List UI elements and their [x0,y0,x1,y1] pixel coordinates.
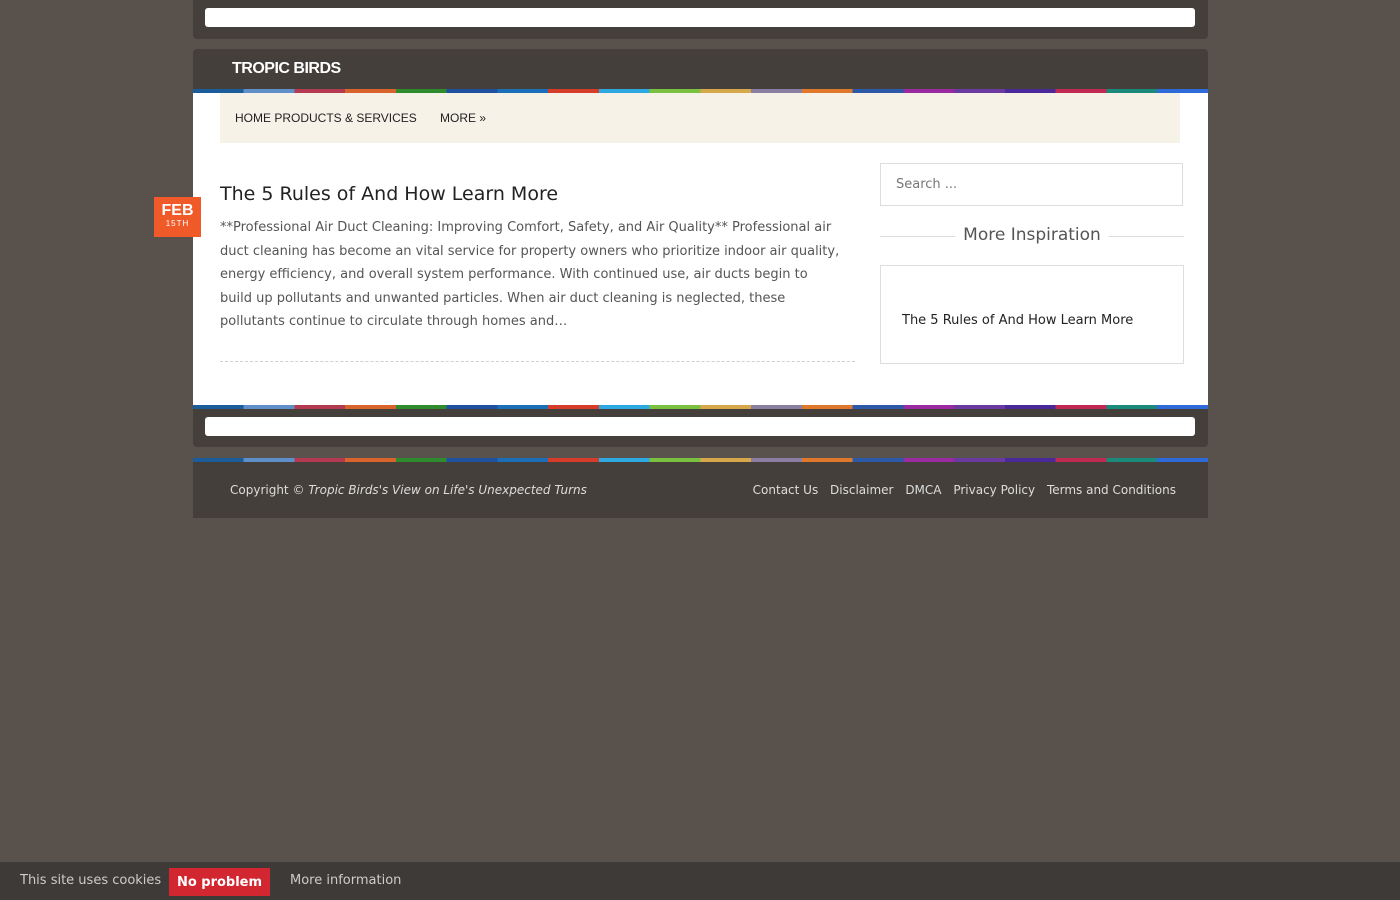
nav-item-home[interactable]: HOME PRODUCTS & SERVICES [235,111,417,125]
main-content: HOME PRODUCTS & SERVICES MORE » The 5 Ru… [193,93,1208,405]
footer-link-disclaimer[interactable]: Disclaimer [830,483,893,497]
footer-links: Contact Us Disclaimer DMCA Privacy Polic… [745,483,1176,497]
widget-line-right [1109,236,1184,237]
footer-link-privacy[interactable]: Privacy Policy [953,483,1035,497]
site-title[interactable]: TROPIC BIRDS [232,60,341,78]
date-day: 15TH [165,219,190,228]
widget-header: More Inspiration [880,225,1184,247]
copyright-site[interactable]: Tropic Birds's View on Life's Unexpected… [308,483,587,497]
date-month: FEB [161,202,194,219]
footer-link-contact[interactable]: Contact Us [753,483,819,497]
cookie-text: This site uses cookies [20,873,162,888]
top-bar [193,0,1208,39]
widget-post-link[interactable]: The 5 Rules of And How Learn More [902,313,1133,328]
widget-title: More Inspiration [963,225,1101,245]
search-input[interactable] [880,163,1183,206]
site-header: TROPIC BIRDS [193,49,1208,89]
nav-item-more[interactable]: MORE » [440,111,486,125]
copyright: Copyright © Tropic Birds's View on Life'… [230,483,587,497]
cookie-more-info-link[interactable]: More information [290,873,401,888]
cookie-bar: This site uses cookies No problem More i… [0,862,1400,900]
widget-box: The 5 Rules of And How Learn More [880,265,1184,364]
main-nav: HOME PRODUCTS & SERVICES MORE » [220,93,1180,143]
site-footer: Copyright © Tropic Birds's View on Life'… [193,458,1208,518]
post-excerpt: **Professional Air Duct Cleaning: Improv… [220,220,840,329]
post-title[interactable]: The 5 Rules of And How Learn More [220,183,558,205]
date-badge: FEB 15TH [154,197,201,237]
post-divider [220,361,855,362]
cookie-accept-button[interactable]: No problem [169,868,270,896]
bottom-bar [193,409,1208,447]
footer-link-terms[interactable]: Terms and Conditions [1047,483,1176,497]
footer-link-dmca[interactable]: DMCA [905,483,941,497]
copyright-prefix: Copyright © [230,483,305,497]
color-stripe-footer [193,458,1208,462]
bottom-white-bar [205,417,1195,436]
top-white-bar [205,8,1195,27]
